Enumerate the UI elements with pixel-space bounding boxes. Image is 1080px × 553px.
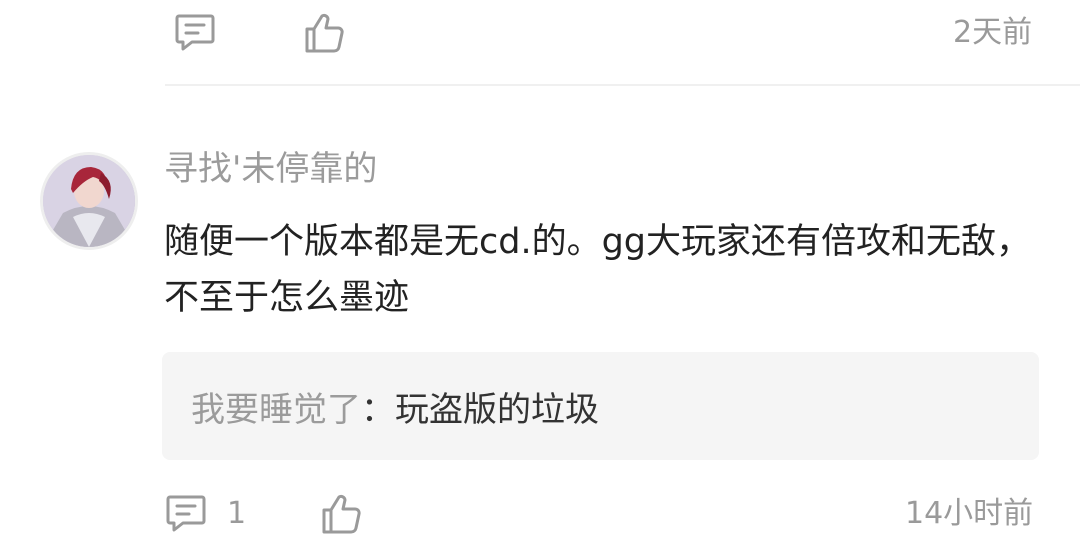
divider xyxy=(165,84,1080,86)
comment-bubble-icon xyxy=(166,495,206,532)
comment-text: 随便一个版本都是无cd.的。gg大玩家还有倍攻和无敌，不至于怎么墨迹 xyxy=(164,222,1032,318)
previous-comment-actions: 2天前 xyxy=(0,0,1080,70)
comment-list: 2天前 寻找'未停靠的 随便一个版本都是无cd.的。gg大玩家还有倍攻和无敌，不… xyxy=(0,0,1080,553)
user-avatar[interactable] xyxy=(40,152,138,250)
reply-button[interactable] xyxy=(174,12,216,54)
like-button[interactable] xyxy=(320,492,362,536)
reply-text: 玩盗版的垃圾 xyxy=(395,389,599,430)
like-button[interactable] xyxy=(303,11,345,55)
thumbs-up-icon xyxy=(305,13,344,53)
reply-button[interactable]: 1 xyxy=(165,493,246,535)
reply-count: 1 xyxy=(227,496,247,531)
comment-bubble-icon xyxy=(175,14,215,51)
reply-separator: ： xyxy=(361,389,395,430)
comment-username[interactable]: 寻找'未停靠的 xyxy=(164,148,377,190)
comment-time: 14小时前 xyxy=(905,496,1034,531)
thumbs-up-icon xyxy=(322,494,361,534)
reply-username[interactable]: 我要睡觉了 xyxy=(191,382,361,431)
reply-preview[interactable]: 我要睡觉了 ： 玩盗版的垃圾 xyxy=(162,352,1039,460)
avatar-image xyxy=(43,155,135,247)
previous-comment-time: 2天前 xyxy=(953,15,1033,50)
